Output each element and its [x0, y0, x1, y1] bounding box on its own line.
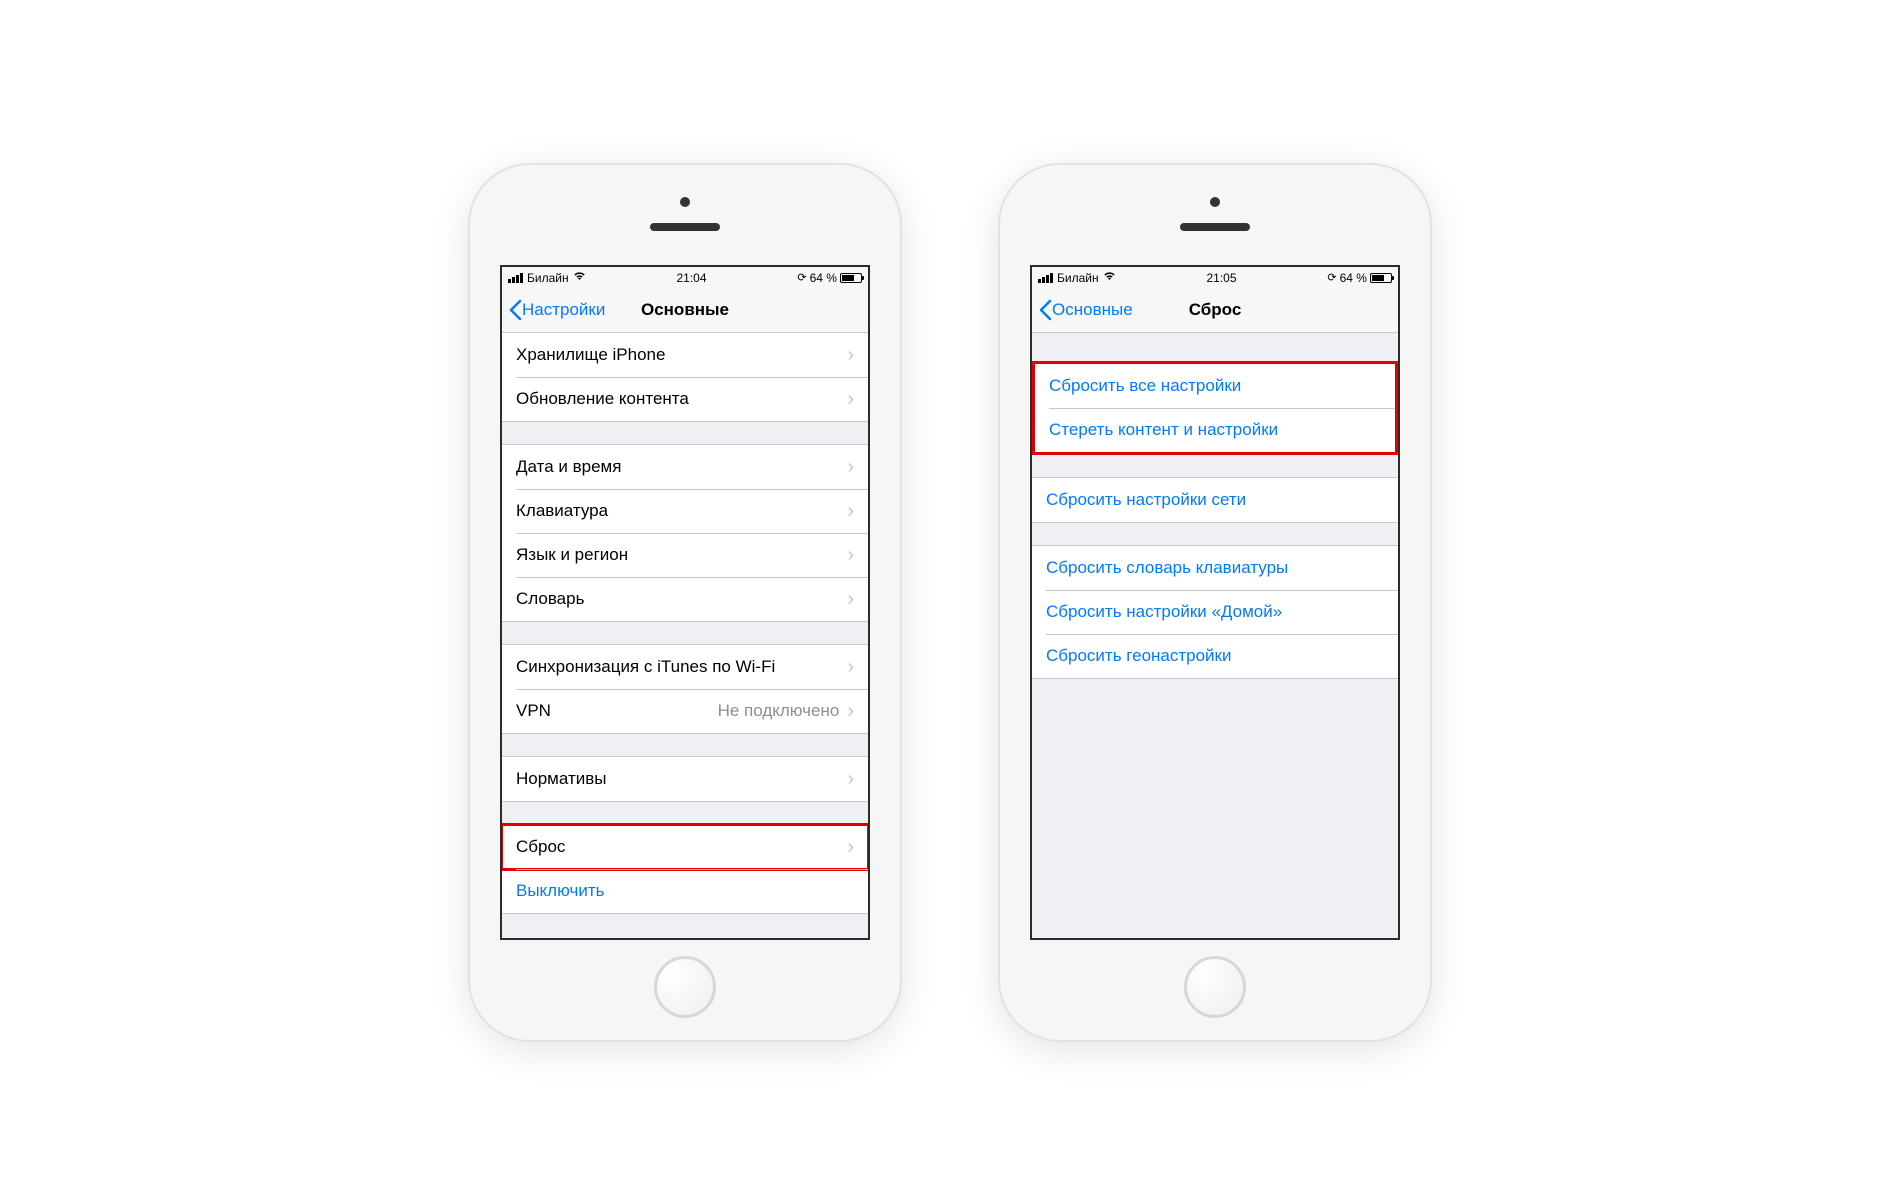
- row-shutdown[interactable]: Выключить: [502, 869, 868, 913]
- reset-content[interactable]: Сбросить все настройки Стереть контент и…: [1032, 333, 1398, 938]
- row-date-time[interactable]: Дата и время ›: [502, 445, 868, 489]
- row-storage[interactable]: Хранилище iPhone ›: [502, 333, 868, 377]
- group-regulatory: Нормативы ›: [502, 756, 868, 802]
- row-label: Нормативы: [516, 769, 607, 789]
- back-button[interactable]: Настройки: [502, 299, 605, 321]
- home-button[interactable]: [654, 956, 716, 1018]
- row-label: VPN: [516, 701, 551, 721]
- group-sync: Синхронизация с iTunes по Wi-Fi › VPN Не…: [502, 644, 868, 734]
- row-reset-network[interactable]: Сбросить настройки сети: [1032, 478, 1398, 522]
- row-label: Дата и время: [516, 457, 621, 477]
- chevron-left-icon: [508, 299, 522, 321]
- chevron-right-icon: ›: [847, 501, 854, 521]
- row-vpn[interactable]: VPN Не подключено ›: [502, 689, 868, 733]
- chevron-right-icon: ›: [847, 769, 854, 789]
- back-button[interactable]: Основные: [1032, 299, 1133, 321]
- chevron-right-icon: ›: [847, 389, 854, 409]
- phone-mockup-left: Билайн 21:04 ⟳ 64 % Настройки Основные: [470, 165, 900, 1040]
- battery-icon: [1370, 273, 1392, 283]
- wifi-icon: [573, 271, 586, 284]
- row-language-region[interactable]: Язык и регион ›: [502, 533, 868, 577]
- row-label: Синхронизация с iTunes по Wi-Fi: [516, 657, 775, 677]
- row-label: Хранилище iPhone: [516, 345, 665, 365]
- row-label: Сбросить словарь клавиатуры: [1046, 558, 1288, 578]
- status-bar: Билайн 21:04 ⟳ 64 %: [502, 267, 868, 289]
- row-keyboard[interactable]: Клавиатура ›: [502, 489, 868, 533]
- row-label: Сбросить все настройки: [1049, 376, 1241, 396]
- clock: 21:04: [676, 271, 706, 285]
- row-dictionary[interactable]: Словарь ›: [502, 577, 868, 621]
- battery-label: 64 %: [810, 271, 837, 285]
- nav-bar: Основные Сброс: [1032, 289, 1398, 333]
- phone-mockup-right: Билайн 21:05 ⟳ 64 % Основные Сброс: [1000, 165, 1430, 1040]
- speaker-grille: [650, 223, 720, 231]
- status-bar: Билайн 21:05 ⟳ 64 %: [1032, 267, 1398, 289]
- front-camera: [1210, 197, 1220, 207]
- row-background-refresh[interactable]: Обновление контента ›: [502, 377, 868, 421]
- row-reset-keyboard-dict[interactable]: Сбросить словарь клавиатуры: [1032, 546, 1398, 590]
- row-erase-content[interactable]: Стереть контент и настройки: [1035, 408, 1395, 452]
- speaker-grille: [1180, 223, 1250, 231]
- signal-icon: [508, 273, 523, 283]
- home-button[interactable]: [1184, 956, 1246, 1018]
- signal-icon: [1038, 273, 1053, 283]
- chevron-right-icon: ›: [847, 457, 854, 477]
- battery-icon: [840, 273, 862, 283]
- row-label: Словарь: [516, 589, 584, 609]
- row-label: Клавиатура: [516, 501, 608, 521]
- group-datetime: Дата и время › Клавиатура › Язык и регио…: [502, 444, 868, 622]
- row-detail: Не подключено: [718, 701, 840, 721]
- back-label: Основные: [1052, 300, 1133, 320]
- carrier-label: Билайн: [527, 271, 569, 285]
- chevron-right-icon: ›: [847, 701, 854, 721]
- row-label: Сброс: [516, 837, 565, 857]
- chevron-right-icon: ›: [847, 837, 854, 857]
- carrier-label: Билайн: [1057, 271, 1099, 285]
- back-label: Настройки: [522, 300, 605, 320]
- row-reset-location[interactable]: Сбросить геонастройки: [1032, 634, 1398, 678]
- wifi-icon: [1103, 271, 1116, 284]
- chevron-right-icon: ›: [847, 345, 854, 365]
- row-label: Сбросить настройки сети: [1046, 490, 1246, 510]
- rotation-lock-icon: ⟳: [797, 271, 806, 284]
- settings-content[interactable]: Хранилище iPhone › Обновление контента ›…: [502, 333, 868, 938]
- row-regulatory[interactable]: Нормативы ›: [502, 757, 868, 801]
- row-label: Стереть контент и настройки: [1049, 420, 1278, 440]
- row-label: Сбросить настройки «Домой»: [1046, 602, 1282, 622]
- group-storage: Хранилище iPhone › Обновление контента ›: [502, 333, 868, 422]
- row-reset[interactable]: Сброс ›: [502, 825, 868, 869]
- row-label: Выключить: [516, 881, 604, 901]
- battery-label: 64 %: [1340, 271, 1367, 285]
- chevron-left-icon: [1038, 299, 1052, 321]
- front-camera: [680, 197, 690, 207]
- chevron-right-icon: ›: [847, 589, 854, 609]
- row-reset-home-layout[interactable]: Сбросить настройки «Домой»: [1032, 590, 1398, 634]
- group-reset: Сброс › Выключить: [502, 824, 868, 914]
- row-label: Обновление контента: [516, 389, 689, 409]
- row-itunes-wifi-sync[interactable]: Синхронизация с iTunes по Wi-Fi ›: [502, 645, 868, 689]
- nav-bar: Настройки Основные: [502, 289, 868, 333]
- clock: 21:05: [1206, 271, 1236, 285]
- group-reset-misc: Сбросить словарь клавиатуры Сбросить нас…: [1032, 545, 1398, 679]
- row-label: Язык и регион: [516, 545, 628, 565]
- row-label: Сбросить геонастройки: [1046, 646, 1232, 666]
- screen-left: Билайн 21:04 ⟳ 64 % Настройки Основные: [500, 265, 870, 940]
- chevron-right-icon: ›: [847, 657, 854, 677]
- rotation-lock-icon: ⟳: [1327, 271, 1336, 284]
- screen-right: Билайн 21:05 ⟳ 64 % Основные Сброс: [1030, 265, 1400, 940]
- group-reset-network: Сбросить настройки сети: [1032, 477, 1398, 523]
- row-reset-all-settings[interactable]: Сбросить все настройки: [1035, 364, 1395, 408]
- group-reset-main: Сбросить все настройки Стереть контент и…: [1032, 361, 1398, 455]
- chevron-right-icon: ›: [847, 545, 854, 565]
